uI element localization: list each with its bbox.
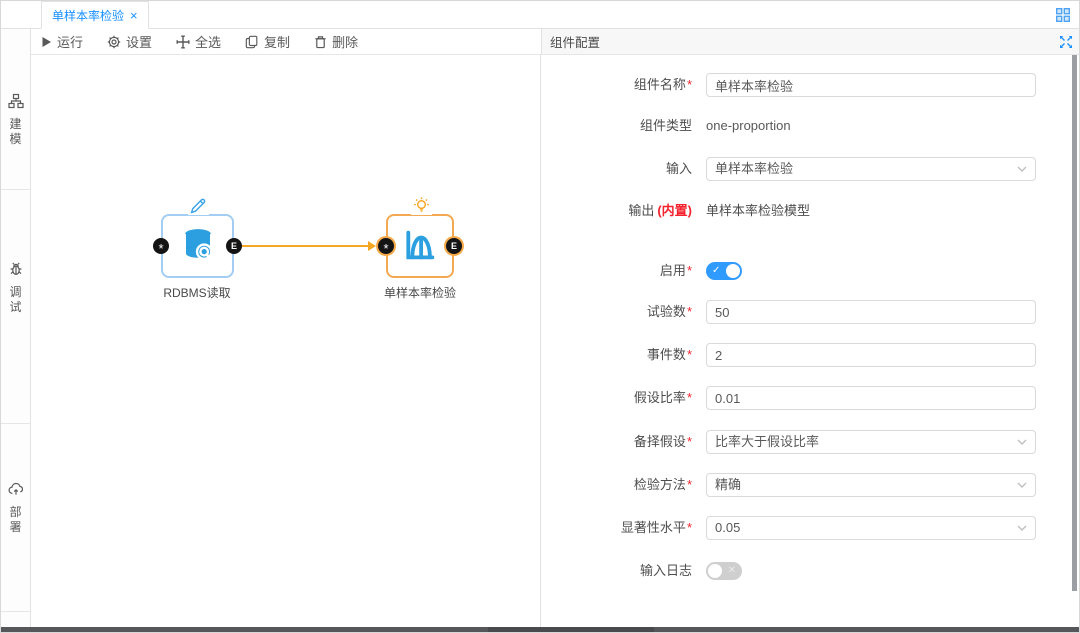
select-all-icon — [176, 35, 190, 49]
form-row-output: 输出(内置) 单样本率检验模型 — [542, 199, 1080, 223]
edge-arrowhead-icon — [368, 241, 376, 251]
tab-label: 单样本率检验 — [52, 7, 124, 24]
form-row-significance-level: 显著性水平* 0.05 — [542, 516, 1080, 540]
sidebar-divider — [1, 423, 30, 424]
sidebar-label-deploy: 部署 — [9, 505, 23, 535]
input-log-toggle[interactable]: ✕ — [706, 562, 742, 580]
form-row-input-log: 输入日志 ✕ — [542, 559, 1080, 583]
toggle-knob — [726, 264, 740, 278]
lightbulb-icon — [411, 196, 432, 215]
workflow-canvas[interactable]: * E RDBMS读取 * E 单样本率检验 — [31, 55, 541, 629]
form-row-hypothesized-ratio: 假设比率* — [542, 386, 1080, 410]
left-sidebar: 建模 调试 部署 — [1, 29, 31, 629]
toggle-knob — [708, 564, 722, 578]
output-value: 单样本率检验模型 — [706, 203, 810, 218]
settings-button[interactable]: 设置 — [107, 32, 152, 51]
sidebar-item-debug[interactable]: 调试 — [1, 261, 30, 315]
events-input[interactable] — [706, 343, 1036, 367]
hypothesized-ratio-input[interactable] — [706, 386, 1036, 410]
form-row-component-type: 组件类型 one-proportion — [542, 114, 1080, 138]
copy-button[interactable]: 复制 — [245, 32, 290, 51]
form-row-input: 输入 单样本率检验 — [542, 157, 1080, 181]
sidebar-divider — [1, 611, 30, 612]
form-row-component-name: 组件名称* — [542, 73, 1080, 97]
component-type-value: one-proportion — [706, 118, 791, 133]
form-row-test-method: 检验方法* 精确 — [542, 473, 1080, 497]
cross-icon: ✕ — [728, 562, 736, 580]
trials-input[interactable] — [706, 300, 1036, 324]
layout-grid-icon[interactable] — [1055, 7, 1071, 23]
sidebar-label-modeling: 建模 — [9, 117, 23, 147]
sidebar-item-deploy[interactable]: 部署 — [1, 481, 30, 535]
alternative-hypothesis-select[interactable]: 比率大于假设比率 — [706, 430, 1036, 454]
node-label-one-proportion: 单样本率检验 — [350, 284, 490, 301]
hierarchy-icon — [8, 96, 24, 113]
delete-button[interactable]: 删除 — [314, 32, 358, 51]
test-method-select[interactable]: 精确 — [706, 473, 1036, 497]
distribution-curve-icon — [402, 227, 438, 263]
panel-title: 组件配置 — [550, 32, 600, 51]
node-label-rdbms: RDBMS读取 — [127, 284, 267, 301]
significance-level-select[interactable]: 0.05 — [706, 516, 1036, 540]
run-button[interactable]: 运行 — [41, 32, 83, 51]
tab-close-icon[interactable]: × — [130, 9, 138, 22]
pencil-icon — [188, 196, 209, 215]
tab-bar: 单样本率检验 × — [1, 1, 1079, 29]
check-icon: ✓ — [712, 262, 720, 280]
port-input[interactable]: * — [153, 238, 169, 254]
form-row-enable: 启用* ✓ — [542, 259, 1080, 283]
sidebar-divider — [1, 189, 30, 190]
trash-icon — [314, 35, 327, 49]
bottom-bar — [1, 627, 1079, 632]
select-all-button[interactable]: 全选 — [176, 32, 221, 51]
port-output[interactable]: E — [446, 238, 462, 254]
panel-header: 组件配置 — [541, 29, 1080, 55]
enable-toggle[interactable]: ✓ — [706, 262, 742, 280]
app-window: 单样本率检验 × 运行 设置 全选 复制 — [0, 0, 1080, 633]
expand-icon[interactable] — [1059, 35, 1073, 49]
component-config-form: 组件名称* 组件类型 one-proportion 输入 单样本率检验 输出(内… — [542, 55, 1080, 629]
port-output[interactable]: E — [226, 238, 242, 254]
play-icon — [41, 36, 52, 48]
tab-one-proportion-test[interactable]: 单样本率检验 × — [41, 1, 149, 29]
form-row-trials: 试验数* — [542, 300, 1080, 324]
component-name-input[interactable] — [706, 73, 1036, 97]
form-row-events: 事件数* — [542, 343, 1080, 367]
edge-connection[interactable] — [242, 245, 369, 247]
sidebar-label-debug: 调试 — [9, 285, 23, 315]
panel-scrollbar[interactable] — [1072, 55, 1077, 591]
canvas-toolbar: 运行 设置 全选 复制 删除 — [31, 29, 541, 55]
form-row-alternative-hypothesis: 备择假设* 比率大于假设比率 — [542, 430, 1080, 454]
input-select[interactable]: 单样本率检验 — [706, 157, 1036, 181]
database-search-icon — [179, 226, 217, 264]
bug-icon — [8, 264, 24, 281]
sidebar-item-modeling[interactable]: 建模 — [1, 93, 30, 147]
cloud-upload-icon — [8, 484, 24, 501]
gear-icon — [107, 35, 121, 49]
port-input[interactable]: * — [378, 238, 394, 254]
copy-icon — [245, 35, 259, 49]
